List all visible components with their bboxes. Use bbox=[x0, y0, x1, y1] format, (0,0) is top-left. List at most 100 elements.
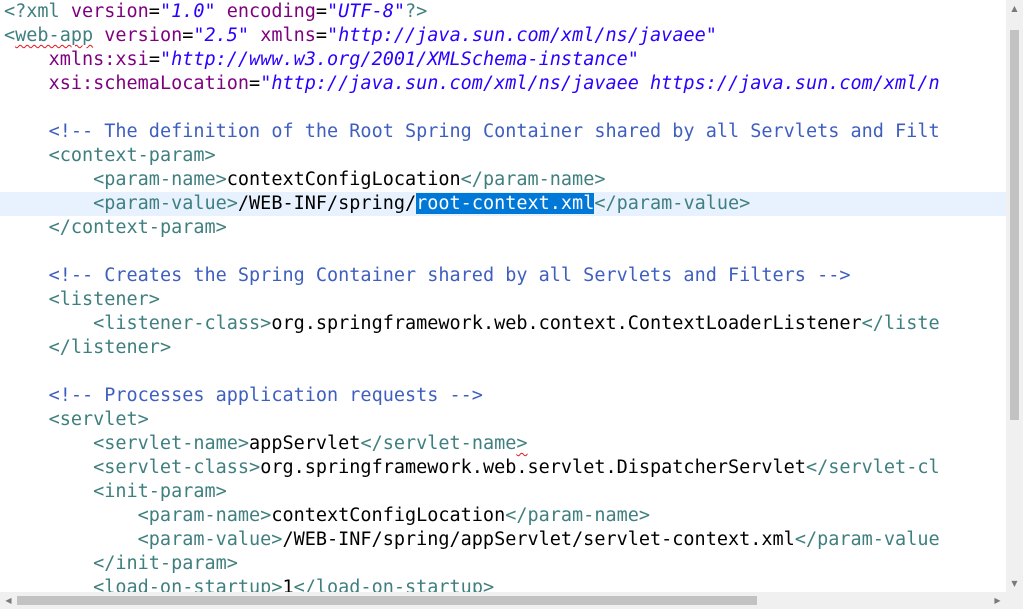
text-token: org.springframework.web.servlet.Dispatch… bbox=[260, 457, 806, 478]
code-line[interactable]: <listener> bbox=[0, 288, 160, 312]
xml-tag-token: </liste bbox=[861, 313, 940, 334]
text-token: = bbox=[315, 1, 328, 22]
text-token: = bbox=[148, 1, 160, 22]
current-code-line[interactable]: <param-value>/WEB-INF/spring/root-contex… bbox=[0, 192, 1006, 216]
xml-tag-token: <listener-class> bbox=[93, 313, 272, 334]
selected-text: root-context.xml bbox=[416, 193, 595, 214]
code-line[interactable]: <listener-class>org.springframework.web.… bbox=[0, 312, 940, 336]
vertical-scroll-thumb[interactable] bbox=[1010, 30, 1019, 420]
code-line[interactable]: <servlet-class>org.springframework.web.s… bbox=[0, 456, 940, 480]
xml-tag-token: <init-param> bbox=[93, 481, 227, 502]
horizontal-scrollbar[interactable]: ◀ ▶ bbox=[0, 592, 1006, 609]
code-line[interactable]: </listener> bbox=[0, 336, 172, 360]
code-line[interactable]: <param-name>contextConfigLocation</param… bbox=[0, 504, 650, 528]
xml-tag-token: web-app bbox=[15, 25, 94, 46]
xml-attribute-token: encoding bbox=[226, 1, 316, 22]
xml-attribute-value-token: "1.0" bbox=[159, 1, 216, 22]
code-line[interactable]: </init-param> bbox=[0, 552, 238, 576]
xml-tag-token: <param-value> bbox=[137, 529, 283, 550]
scroll-left-arrow-icon[interactable]: ◀ bbox=[0, 592, 17, 609]
xml-tag-token: <load-on-startup> bbox=[93, 577, 283, 592]
text-token: contextConfigLocation bbox=[226, 169, 461, 190]
xml-tag-token: <param-name> bbox=[137, 505, 272, 526]
code-line[interactable]: <init-param> bbox=[0, 480, 227, 504]
code-line[interactable] bbox=[0, 240, 4, 264]
code-line[interactable]: <!-- Creates the Spring Container shared… bbox=[0, 264, 851, 288]
xml-attribute-token: xmlns bbox=[260, 25, 316, 46]
code-line[interactable]: <servlet-name>appServlet</servlet-name> bbox=[0, 432, 528, 456]
code-line[interactable] bbox=[0, 96, 4, 120]
scroll-right-arrow-icon[interactable]: ▶ bbox=[989, 592, 1006, 609]
xml-attribute-value-token: "2.5" bbox=[193, 25, 250, 46]
xml-tag-token: <listener> bbox=[48, 289, 160, 310]
text-token: 1 bbox=[282, 577, 294, 592]
code-line[interactable]: <context-param> bbox=[0, 144, 216, 168]
xml-tag-token: <param-value> bbox=[93, 193, 238, 214]
horizontal-scroll-thumb[interactable] bbox=[17, 596, 757, 605]
xml-attribute-token: version bbox=[104, 25, 183, 46]
code-line[interactable]: xsi:schemaLocation="http://java.sun.com/… bbox=[0, 72, 940, 96]
code-line[interactable]: <servlet> bbox=[0, 408, 149, 432]
xml-tag-token: </servlet-name bbox=[360, 433, 517, 454]
xml-tag-token: </param-name> bbox=[505, 505, 651, 526]
xml-attribute-value-token: "http://www.w3.org/2001/XMLSchema-instan… bbox=[159, 49, 639, 70]
code-line[interactable]: <web-app version="2.5" xmlns="http://jav… bbox=[0, 24, 717, 48]
xml-attribute-value-token: "http://java.sun.com/xml/ns/javaee" bbox=[327, 25, 717, 46]
code-line[interactable]: <load-on-startup>1</load-on-startup> bbox=[0, 576, 494, 592]
xml-tag-token: </context-param> bbox=[48, 217, 227, 238]
text-token: appServlet bbox=[249, 433, 361, 454]
xml-code-editor[interactable]: <?xml version="1.0" encoding="UTF-8"?> <w… bbox=[0, 0, 1006, 592]
xml-comment-token: <!-- Processes application requests --> bbox=[48, 385, 483, 406]
xml-tag-token: <servlet> bbox=[48, 409, 149, 430]
vertical-scrollbar[interactable]: ▲ ▼ bbox=[1006, 0, 1023, 592]
code-line[interactable] bbox=[0, 360, 4, 384]
text-token: = bbox=[182, 25, 194, 46]
xml-tag-token: </param-value> bbox=[594, 193, 751, 214]
text-token: /WEB-INF/spring/appServlet/servlet-conte… bbox=[282, 529, 795, 550]
xml-tag-token: </param-value bbox=[794, 529, 940, 550]
xml-attribute-token: xsi:schemaLocation bbox=[48, 73, 250, 94]
xml-tag-token: <servlet-name> bbox=[93, 433, 250, 454]
xml-tag-token: <servlet-class> bbox=[93, 457, 261, 478]
xml-attribute-token: xmlns:xsi bbox=[48, 49, 149, 70]
xml-declaration-token: ?> bbox=[405, 1, 428, 22]
xml-tag-token: <param-name> bbox=[93, 169, 227, 190]
xml-attribute-token: version bbox=[70, 1, 149, 22]
xml-tag-token: </init-param> bbox=[93, 553, 238, 574]
code-line[interactable]: <?xml version="1.0" encoding="UTF-8"?> bbox=[0, 0, 427, 24]
code-line[interactable]: xmlns:xsi="http://www.w3.org/2001/XMLSch… bbox=[0, 48, 639, 72]
code-line[interactable]: <param-value>/WEB-INF/spring/appServlet/… bbox=[0, 528, 940, 552]
xml-tag-token: > bbox=[516, 433, 528, 454]
code-line[interactable]: <param-name>contextConfigLocation</param… bbox=[0, 168, 605, 192]
code-line[interactable]: </context-param> bbox=[0, 216, 227, 240]
xml-tag-token: < bbox=[4, 25, 16, 46]
code-line[interactable]: <!-- Processes application requests --> bbox=[0, 384, 483, 408]
scroll-down-arrow-icon[interactable]: ▼ bbox=[1006, 575, 1023, 592]
text-token: = bbox=[249, 73, 261, 94]
text-token: org.springframework.web.context.ContextL… bbox=[271, 313, 862, 334]
scroll-up-arrow-icon[interactable]: ▲ bbox=[1006, 0, 1023, 17]
code-line[interactable]: <!-- The definition of the Root Spring C… bbox=[0, 120, 940, 144]
text-token: = bbox=[148, 49, 160, 70]
xml-comment-token: <!-- The definition of the Root Spring C… bbox=[48, 121, 940, 142]
